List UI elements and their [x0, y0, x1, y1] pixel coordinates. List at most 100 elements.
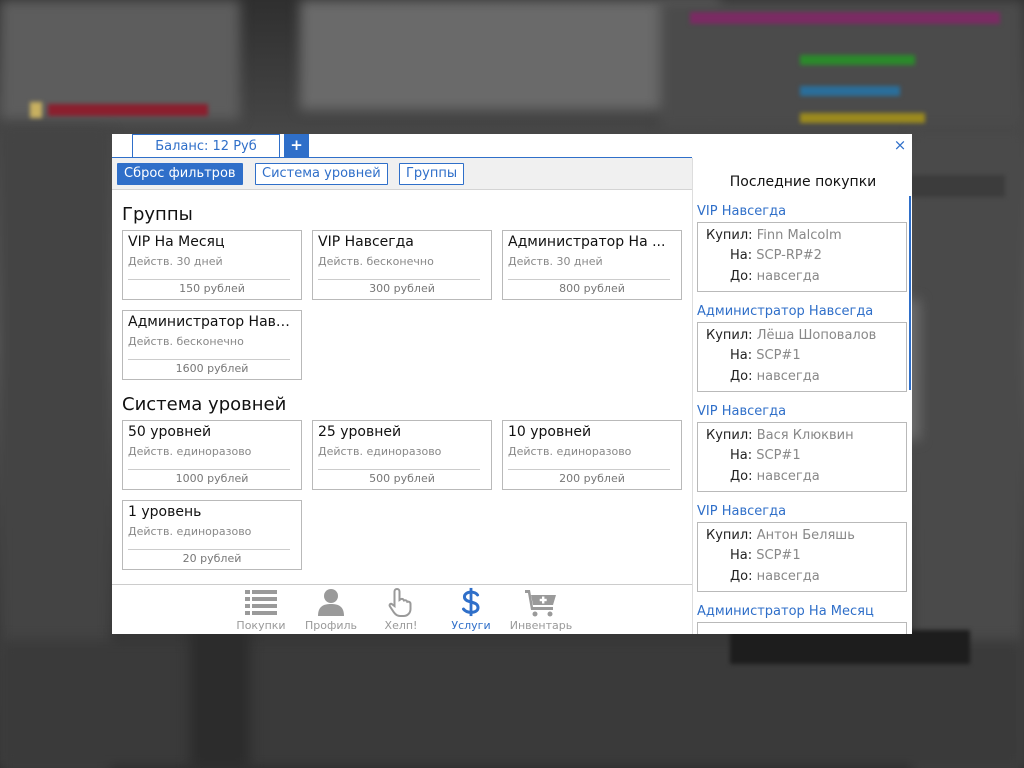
close-button[interactable]: ×	[892, 137, 908, 153]
buyer-key: Купил:	[706, 228, 753, 243]
purchase-until-row: До: навсегда	[730, 269, 820, 284]
target-value: SCP#1	[756, 348, 801, 363]
add-balance-button[interactable]: +	[284, 134, 309, 157]
service-price: 800 рублей	[559, 282, 625, 295]
divider	[128, 359, 290, 360]
purchase-title: Администратор На Месяц	[697, 604, 874, 619]
target-key: На:	[730, 448, 753, 463]
service-duration: Действ. 30 дней	[508, 255, 603, 268]
until-value: навсегда	[756, 569, 820, 584]
reset-filters-button[interactable]: Сброс фильтров	[117, 163, 243, 185]
until-key: До:	[730, 269, 753, 284]
purchase-details	[697, 622, 907, 634]
buyer-value: Антон Беляшь	[756, 528, 855, 543]
purchase-buyer-row: Купил: Вася Клюквин	[706, 428, 854, 443]
service-price: 200 рублей	[559, 472, 625, 485]
until-value: навсегда	[756, 269, 820, 284]
section-title-levels: Система уровней	[122, 394, 287, 415]
nav-profile[interactable]: Профиль	[296, 587, 366, 633]
service-card[interactable]: Администратор На ... Действ. 30 дней 800…	[502, 230, 682, 300]
service-duration: Действ. бесконечно	[318, 255, 434, 268]
donate-shop-window: Баланс: 12 Руб + × Сброс фильтров Систем…	[112, 134, 912, 634]
purchase-target-row: На: SCP#1	[730, 448, 801, 463]
buyer-key: Купил:	[706, 428, 753, 443]
service-card[interactable]: Администратор Навс... Действ. бесконечно…	[122, 310, 302, 380]
divider	[128, 469, 290, 470]
service-price: 20 рублей	[182, 552, 242, 565]
service-card[interactable]: 10 уровней Действ. единоразово 200 рубле…	[502, 420, 682, 490]
purchase-until-row: До: навсегда	[730, 569, 820, 584]
nav-label: Услуги	[451, 619, 491, 632]
hand-pointer-icon	[388, 587, 412, 617]
target-key: На:	[730, 348, 753, 363]
service-price: 500 рублей	[369, 472, 435, 485]
filter-levels-button[interactable]: Система уровней	[255, 163, 388, 185]
buyer-value: Лёша Шоповалов	[756, 328, 877, 343]
tab-bar: Баланс: 12 Руб +	[112, 134, 692, 158]
purchase-target-row: На: SCP#1	[730, 348, 801, 363]
service-price: 150 рублей	[179, 282, 245, 295]
service-card[interactable]: VIP Навсегда Действ. бесконечно 300 рубл…	[312, 230, 492, 300]
purchase-until-row: До: навсегда	[730, 469, 820, 484]
service-name: Администратор На ...	[508, 234, 666, 250]
section-title-groups: Группы	[122, 204, 193, 225]
divider	[508, 469, 670, 470]
recent-purchases-title: Последние покупки	[729, 174, 877, 190]
purchase-buyer-row: Купил: Антон Беляшь	[706, 528, 855, 543]
service-card[interactable]: VIP На Месяц Действ. 30 дней 150 рублей	[122, 230, 302, 300]
services-content: Группы VIP На Месяц Действ. 30 дней 150 …	[112, 190, 692, 584]
dollar-icon	[462, 587, 480, 617]
service-name: VIP На Месяц	[128, 234, 225, 250]
service-duration: Действ. единоразово	[128, 525, 252, 538]
filter-groups-button[interactable]: Группы	[399, 163, 465, 185]
purchase-until-row: До: навсегда	[730, 369, 820, 384]
purchase-title: VIP Навсегда	[697, 204, 787, 219]
service-card[interactable]: 25 уровней Действ. единоразово 500 рубле…	[312, 420, 492, 490]
target-value: SCP#1	[756, 448, 801, 463]
target-key: На:	[730, 548, 753, 563]
purchase-title: VIP Навсегда	[697, 504, 787, 519]
target-value: SCP#1	[756, 548, 801, 563]
service-name: 1 уровень	[128, 504, 202, 520]
service-card[interactable]: 1 уровень Действ. единоразово 20 рублей	[122, 500, 302, 570]
service-duration: Действ. 30 дней	[128, 255, 223, 268]
service-name: 50 уровней	[128, 424, 212, 440]
service-price: 1600 рублей	[175, 362, 249, 375]
until-key: До:	[730, 469, 753, 484]
purchase-title: VIP Навсегда	[697, 404, 787, 419]
filter-bar: Сброс фильтров Система уровней Группы	[112, 158, 692, 190]
nav-services[interactable]: Услуги	[436, 587, 506, 633]
purchase-title: Администратор Навсегда	[697, 304, 874, 319]
service-card[interactable]: 50 уровней Действ. единоразово 1000 рубл…	[122, 420, 302, 490]
divider	[508, 279, 670, 280]
until-value: навсегда	[756, 469, 820, 484]
divider	[128, 549, 290, 550]
nav-label: Хелп!	[384, 619, 418, 632]
nav-inventory[interactable]: Инвентарь	[506, 587, 576, 633]
service-duration: Действ. единоразово	[318, 445, 442, 458]
cart-plus-icon	[525, 590, 556, 617]
until-key: До:	[730, 369, 753, 384]
nav-purchases[interactable]: Покупки	[226, 587, 296, 633]
divider	[318, 279, 480, 280]
buyer-value: Finn Malcolm	[756, 228, 842, 243]
target-value: SCP-RP#2	[756, 248, 822, 263]
buyer-key: Купил:	[706, 528, 753, 543]
scrollbar[interactable]	[909, 196, 911, 390]
user-icon	[318, 589, 344, 616]
until-key: До:	[730, 569, 753, 584]
service-name: 25 уровней	[318, 424, 402, 440]
service-duration: Действ. единоразово	[508, 445, 632, 458]
purchase-target-row: На: SCP#1	[730, 548, 801, 563]
tab-balance[interactable]: Баланс: 12 Руб	[132, 134, 280, 157]
service-duration: Действ. единоразово	[128, 445, 252, 458]
target-key: На:	[730, 248, 753, 263]
purchase-details: Купил: Лёша Шоповалов На: SCP#1 До: навс…	[697, 322, 907, 392]
purchase-buyer-row: Купил: Лёша Шоповалов	[706, 328, 876, 343]
until-value: навсегда	[756, 369, 820, 384]
buyer-key: Купил:	[706, 328, 753, 343]
service-price: 1000 рублей	[175, 472, 249, 485]
service-name: Администратор Навс...	[128, 314, 296, 330]
purchase-target-row: На: SCP-RP#2	[730, 248, 822, 263]
nav-help[interactable]: Хелп!	[366, 587, 436, 633]
